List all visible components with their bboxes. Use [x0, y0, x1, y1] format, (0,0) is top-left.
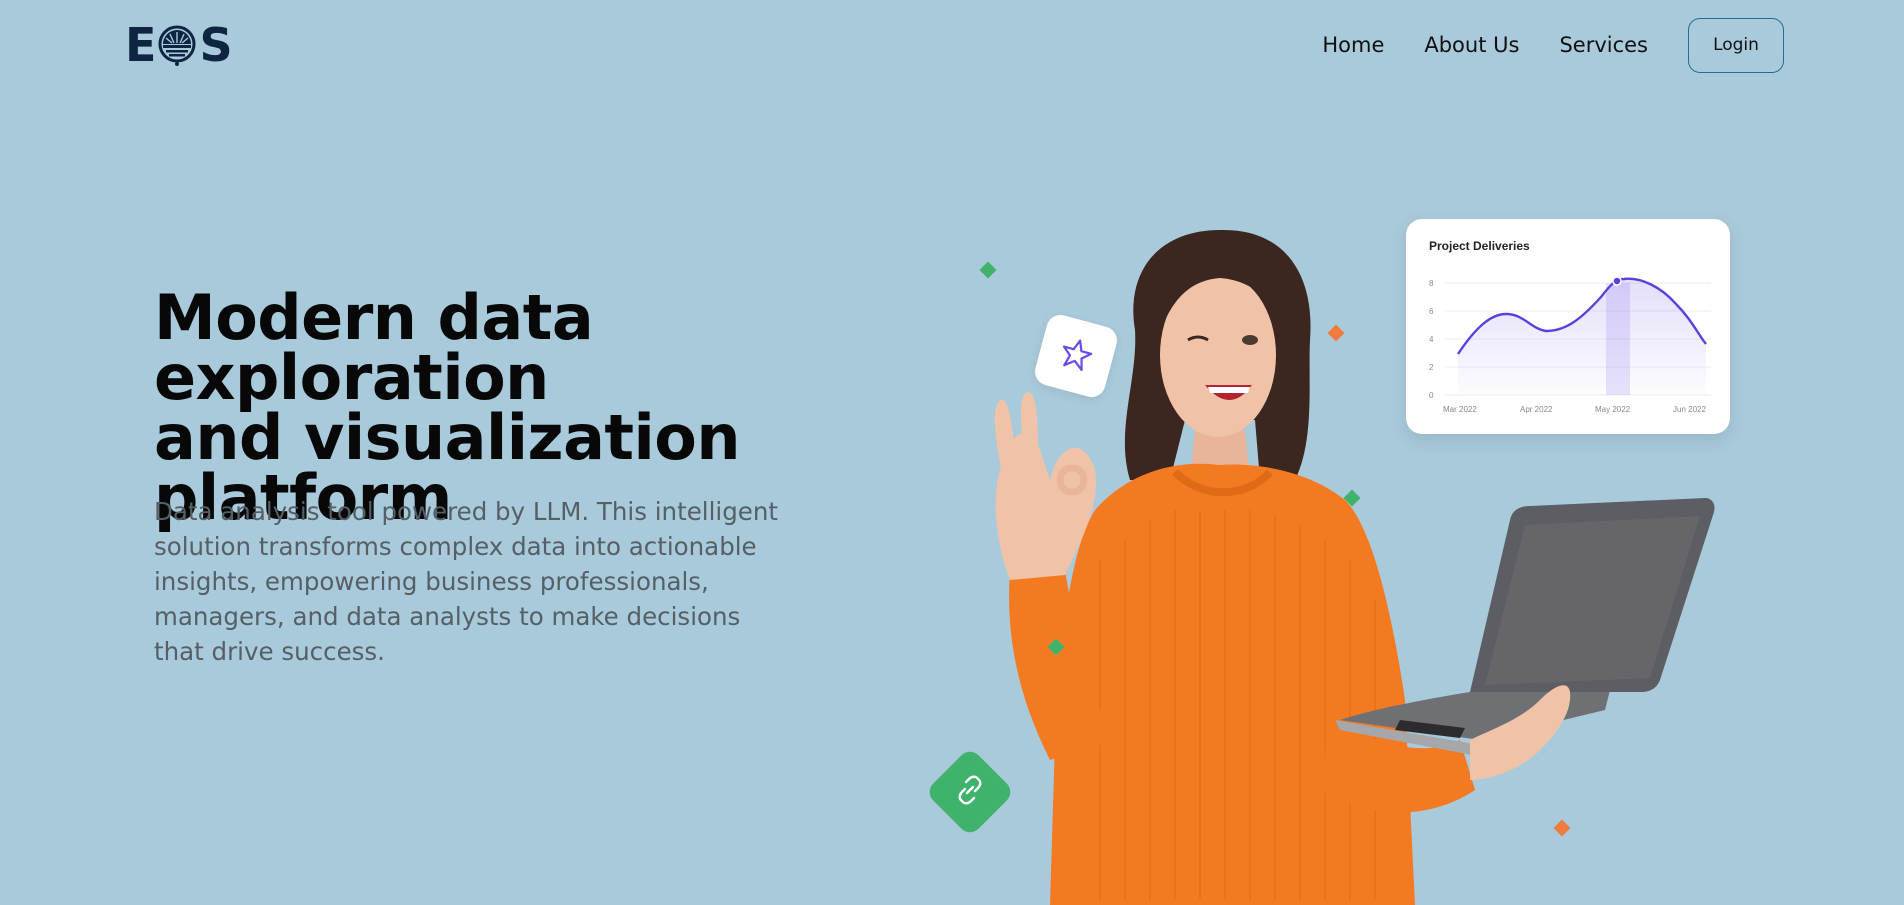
- y-tick-label: 4: [1429, 335, 1434, 344]
- nav-about-us[interactable]: About Us: [1424, 17, 1519, 73]
- nav-home[interactable]: Home: [1322, 17, 1384, 73]
- series-point-marker: [1612, 276, 1622, 286]
- logo[interactable]: E S: [125, 18, 233, 72]
- main-nav: Home About Us Services Login: [1322, 17, 1784, 73]
- hero-description-line: Data analysis tool powered by LLM. This …: [154, 497, 778, 526]
- project-deliveries-card: Project Deliveries 8 6 4 2 0 Mar 2022 Ap…: [1406, 219, 1730, 434]
- y-tick-label: 2: [1429, 363, 1434, 372]
- y-tick-label: 6: [1429, 307, 1434, 316]
- x-tick-label: May 2022: [1595, 405, 1631, 414]
- x-tick-label: Mar 2022: [1443, 405, 1477, 414]
- hero-description-line: solution transforms complex data into ac…: [154, 532, 757, 561]
- logo-letter-e: E: [125, 18, 156, 72]
- y-tick-label: 8: [1429, 279, 1434, 288]
- nav-services[interactable]: Services: [1559, 17, 1648, 73]
- x-tick-label: Apr 2022: [1520, 405, 1553, 414]
- link-icon: [953, 773, 987, 811]
- hero-description: Data analysis tool powered by LLM. This …: [154, 494, 814, 669]
- compass-emblem-icon: [155, 22, 199, 68]
- star-icon: [1055, 333, 1098, 379]
- hero-illustration: Project Deliveries 8 6 4 2 0 Mar 2022 Ap…: [900, 180, 1904, 905]
- hero-title-line: Modern data exploration: [154, 281, 594, 414]
- hero-description-line: managers, and data analysts to make deci…: [154, 602, 741, 631]
- login-button[interactable]: Login: [1688, 17, 1784, 73]
- hero-title: Modern data exploration and visualizatio…: [154, 281, 974, 529]
- y-tick-label: 0: [1429, 391, 1434, 400]
- hero-title-line: and visualization: [154, 401, 741, 474]
- hero-description-line: insights, empowering business profession…: [154, 567, 709, 596]
- x-tick-label: Jun 2022: [1673, 405, 1706, 414]
- logo-letter-s: S: [199, 18, 232, 72]
- woman-with-laptop-illustration: [994, 229, 1715, 905]
- hero-description-line: that drive success.: [154, 637, 385, 666]
